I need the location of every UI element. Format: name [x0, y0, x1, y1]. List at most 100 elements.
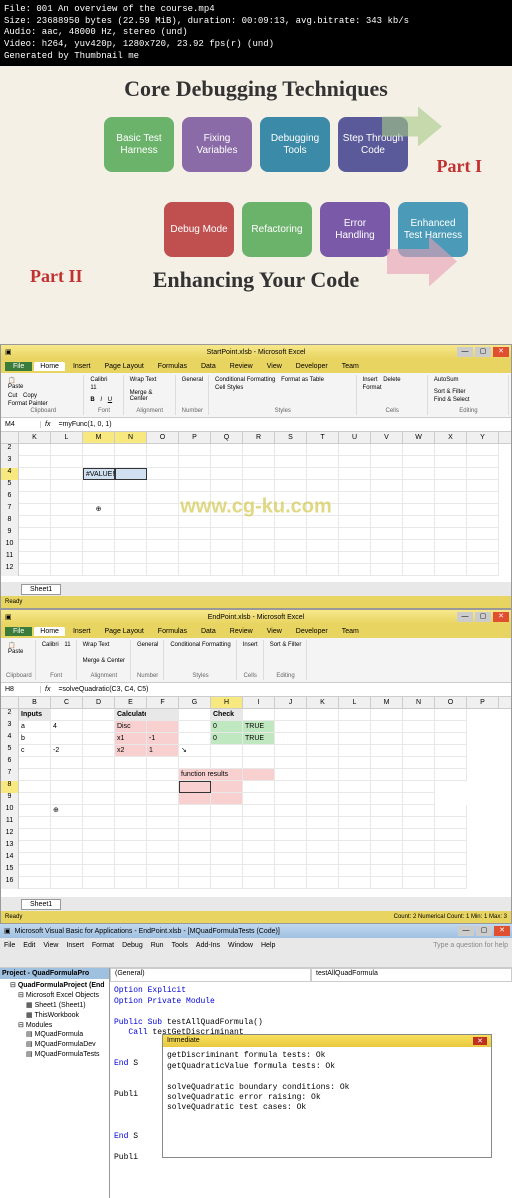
object-dropdown[interactable]: (General) — [110, 968, 311, 982]
col-header[interactable]: K — [19, 432, 51, 443]
row-header[interactable]: 11 — [1, 552, 19, 564]
maximize-button[interactable]: ▢ — [475, 612, 491, 622]
find-select-button[interactable]: Find & Select — [432, 396, 472, 404]
menu-window[interactable]: Window — [228, 942, 253, 949]
row-header[interactable]: 12 — [1, 564, 19, 576]
underline-button[interactable]: U — [106, 396, 114, 404]
cond-fmt-button[interactable]: Conditional Formatting — [213, 376, 277, 384]
menu-addins[interactable]: Add-Ins — [196, 942, 220, 949]
sheet-tab-1[interactable]: Sheet1 — [21, 899, 61, 910]
tab-data[interactable]: Data — [195, 627, 222, 636]
file-tab[interactable]: File — [5, 362, 32, 371]
project-explorer[interactable]: Project - QuadFormulaPro ⊟ QuadFormulaPr… — [0, 968, 110, 1198]
fx-icon[interactable]: fx — [41, 686, 54, 693]
tab-page-layout[interactable]: Page Layout — [98, 627, 149, 636]
wrap-text-button[interactable]: Wrap Text — [81, 641, 112, 649]
maximize-button[interactable]: ▢ — [476, 926, 492, 936]
col-header[interactable]: Q — [211, 432, 243, 443]
tab-team[interactable]: Team — [336, 627, 365, 636]
row-header[interactable]: 9 — [1, 528, 19, 540]
col-header[interactable]: B — [19, 697, 51, 708]
row-header[interactable]: 3 — [1, 456, 19, 468]
tab-team[interactable]: Team — [336, 362, 365, 371]
cell-m4[interactable]: #VALUE! — [83, 468, 115, 480]
col-header[interactable]: I — [243, 697, 275, 708]
copy-button[interactable]: Copy — [21, 392, 39, 400]
worksheet-grid[interactable]: www.cg-ku.com K L M N O P Q R S T U V W … — [1, 432, 511, 582]
wrap-text-button[interactable]: Wrap Text — [128, 376, 159, 384]
folder-excel-objects[interactable]: ⊟ Microsoft Excel Objects — [2, 991, 107, 1001]
formula-input[interactable]: =solveQuadratic(C3, C4, C5) — [54, 686, 511, 693]
col-header[interactable]: S — [275, 432, 307, 443]
tab-insert[interactable]: Insert — [67, 362, 97, 371]
merge-button[interactable]: Merge & Center — [128, 389, 172, 403]
col-header[interactable]: V — [371, 432, 403, 443]
bold-button[interactable]: B — [88, 396, 96, 404]
font-select[interactable]: Calibri — [88, 376, 109, 384]
insert-button[interactable]: Insert — [241, 641, 260, 649]
minimize-button[interactable]: — — [458, 926, 474, 936]
tab-page-layout[interactable]: Page Layout — [98, 362, 149, 371]
menu-edit[interactable]: Edit — [23, 942, 35, 949]
file-tab[interactable]: File — [5, 627, 32, 636]
formula-input[interactable]: =myFunc(1, 0, 1) — [54, 421, 511, 428]
tree-sheet1[interactable]: ▦ Sheet1 (Sheet1) — [2, 1001, 107, 1011]
tab-home[interactable]: Home — [34, 627, 65, 636]
tab-home[interactable]: Home — [34, 362, 65, 371]
select-all-corner[interactable] — [1, 697, 19, 708]
col-header[interactable]: J — [275, 697, 307, 708]
project-root[interactable]: ⊟ QuadFormulaProject (End — [2, 981, 107, 991]
tab-view[interactable]: View — [261, 627, 288, 636]
col-header[interactable]: Y — [467, 432, 499, 443]
tab-review[interactable]: Review — [224, 362, 259, 371]
cut-button[interactable]: Cut — [6, 392, 19, 400]
menu-insert[interactable]: Insert — [66, 942, 84, 949]
col-header[interactable]: L — [339, 697, 371, 708]
close-button[interactable]: ✕ — [493, 612, 509, 622]
menu-file[interactable]: File — [4, 942, 15, 949]
fx-icon[interactable]: fx — [41, 421, 54, 428]
tab-data[interactable]: Data — [195, 362, 222, 371]
col-header[interactable]: X — [435, 432, 467, 443]
select-all-corner[interactable] — [1, 432, 19, 443]
col-header[interactable]: U — [339, 432, 371, 443]
font-size[interactable]: 11 — [88, 384, 98, 392]
menu-view[interactable]: View — [43, 942, 58, 949]
module-mquadformula[interactable]: ▤ MQuadFormula — [2, 1030, 107, 1040]
col-header[interactable]: W — [403, 432, 435, 443]
col-header[interactable]: D — [83, 697, 115, 708]
tab-formulas[interactable]: Formulas — [152, 362, 193, 371]
col-header[interactable]: R — [243, 432, 275, 443]
col-header[interactable]: H — [211, 697, 243, 708]
tab-developer[interactable]: Developer — [290, 362, 334, 371]
row-header[interactable]: 4 — [1, 468, 19, 480]
autosum-button[interactable]: AutoSum — [432, 376, 461, 384]
col-header[interactable]: F — [147, 697, 179, 708]
sort-filter-button[interactable]: Sort & Filter — [432, 388, 468, 396]
delete-button[interactable]: Delete — [381, 376, 402, 384]
format-painter-button[interactable]: Format Painter — [6, 400, 50, 408]
paste-button[interactable]: 📋Paste — [6, 641, 25, 656]
col-header[interactable]: T — [307, 432, 339, 443]
folder-modules[interactable]: ⊟ Modules — [2, 1021, 107, 1031]
row-header[interactable]: 2 — [1, 444, 19, 456]
minimize-button[interactable]: — — [457, 612, 473, 622]
tab-developer[interactable]: Developer — [290, 627, 334, 636]
name-box[interactable]: M4 — [1, 421, 41, 428]
menu-help[interactable]: Help — [261, 942, 275, 949]
font-select[interactable]: Calibri — [40, 641, 61, 649]
col-header[interactable]: L — [51, 432, 83, 443]
sort-filter-button[interactable]: Sort & Filter — [268, 641, 304, 649]
minimize-button[interactable]: — — [457, 347, 473, 357]
format-button[interactable]: Format — [361, 384, 384, 392]
row-header[interactable]: 6 — [1, 492, 19, 504]
italic-button[interactable]: I — [98, 396, 104, 404]
row-header[interactable]: 5 — [1, 480, 19, 492]
tab-formulas[interactable]: Formulas — [152, 627, 193, 636]
cell-styles-button[interactable]: Cell Styles — [213, 384, 245, 392]
procedure-dropdown[interactable]: testAllQuadFormula — [311, 968, 512, 982]
font-size[interactable]: 11 — [62, 641, 72, 649]
insert-button[interactable]: Insert — [361, 376, 380, 384]
worksheet-grid[interactable]: B C D E F G H I J K L M N O P 2InputsCal… — [1, 697, 511, 897]
col-header[interactable]: K — [307, 697, 339, 708]
